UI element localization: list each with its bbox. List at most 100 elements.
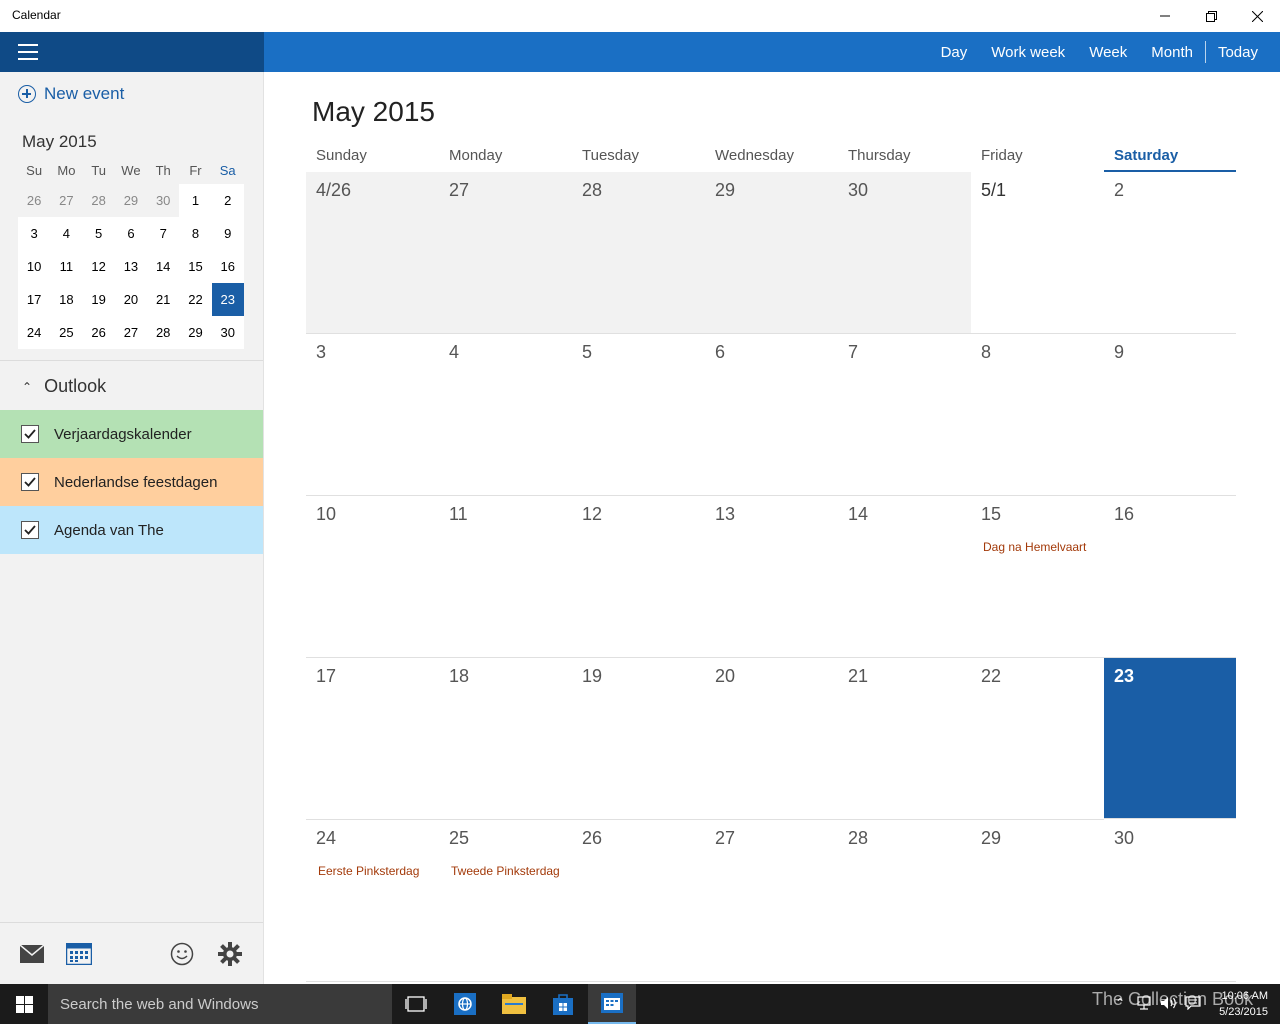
holiday-event[interactable]: Dag na Hemelvaart: [983, 540, 1086, 554]
day-cell[interactable]: 30: [838, 172, 971, 334]
day-cell[interactable]: 23: [1104, 658, 1236, 819]
day-cell[interactable]: 29: [971, 820, 1104, 982]
mini-calendar-day[interactable]: 20: [114, 283, 148, 316]
mini-calendar-day[interactable]: 12: [82, 250, 115, 283]
mini-calendar-day[interactable]: 30: [147, 184, 180, 217]
mini-calendar-day[interactable]: 24: [18, 316, 51, 349]
account-header-outlook[interactable]: ⌃ Outlook: [22, 376, 106, 397]
task-view-icon[interactable]: [392, 984, 440, 1024]
day-cell[interactable]: 5/1: [971, 172, 1104, 334]
mini-calendar-day[interactable]: 23: [211, 283, 244, 316]
mini-calendar-day[interactable]: 28: [147, 316, 180, 349]
browser-icon[interactable]: [441, 984, 489, 1024]
mini-calendar-day[interactable]: 27: [114, 316, 148, 349]
mini-calendar-day[interactable]: 5: [82, 217, 115, 250]
start-button[interactable]: [0, 984, 48, 1024]
mini-calendar-day[interactable]: 27: [50, 184, 83, 217]
mini-calendar-day[interactable]: 2: [211, 184, 244, 217]
mini-calendar-day[interactable]: 3: [18, 217, 51, 250]
feedback-smiley-icon[interactable]: [169, 941, 195, 967]
day-cell[interactable]: 27: [705, 820, 838, 982]
mini-calendar-day[interactable]: 26: [82, 316, 115, 349]
day-cell[interactable]: 5: [572, 334, 705, 496]
day-cell[interactable]: 26: [572, 820, 705, 982]
mini-calendar-day[interactable]: 21: [147, 283, 180, 316]
mini-calendar-day[interactable]: 9: [211, 217, 244, 250]
taskbar-clock[interactable]: 10:06 AM 5/23/2015: [1219, 988, 1268, 1020]
view-month-button[interactable]: Month: [1151, 44, 1193, 61]
day-cell[interactable]: 20: [705, 658, 838, 820]
day-cell[interactable]: 14: [838, 496, 971, 658]
taskbar-search-box[interactable]: Search the web and Windows: [48, 984, 392, 1024]
mini-calendar-day[interactable]: 29: [114, 184, 148, 217]
calendar-icon[interactable]: [66, 941, 92, 967]
calendar-app-icon[interactable]: [588, 984, 636, 1024]
mail-icon[interactable]: [19, 941, 45, 967]
day-cell[interactable]: 15 Dag na Hemelvaart: [971, 496, 1104, 658]
mini-calendar-title[interactable]: May 2015: [22, 132, 97, 152]
calendar-item[interactable]: Agenda van The: [0, 506, 263, 554]
mini-calendar-day[interactable]: 26: [18, 184, 51, 217]
calendar-checkbox[interactable]: [21, 521, 39, 539]
mini-calendar-day[interactable]: 15: [179, 250, 212, 283]
mini-calendar-day[interactable]: 19: [82, 283, 115, 316]
mini-calendar-day[interactable]: 14: [147, 250, 180, 283]
calendar-checkbox[interactable]: [21, 425, 39, 443]
show-hidden-icons-chevron-icon[interactable]: ⌃: [1115, 996, 1125, 1010]
day-cell[interactable]: 13: [705, 496, 838, 658]
mini-calendar-day[interactable]: 16: [211, 250, 244, 283]
day-cell[interactable]: 21: [838, 658, 971, 820]
day-cell[interactable]: 3: [306, 334, 439, 496]
day-cell[interactable]: 2: [1104, 172, 1236, 334]
mini-calendar-day[interactable]: 11: [50, 250, 83, 283]
mini-calendar-day[interactable]: 6: [114, 217, 148, 250]
view-workweek-button[interactable]: Work week: [991, 44, 1065, 61]
day-cell[interactable]: 12: [572, 496, 705, 658]
mini-calendar-day[interactable]: 17: [18, 283, 51, 316]
new-event-button[interactable]: New event: [18, 84, 124, 104]
close-button[interactable]: [1234, 0, 1280, 32]
holiday-event[interactable]: Eerste Pinksterdag: [318, 864, 419, 878]
network-icon[interactable]: [1136, 996, 1152, 1013]
day-cell[interactable]: 18: [439, 658, 572, 820]
mini-calendar-day[interactable]: 1: [179, 184, 212, 217]
mini-calendar-day[interactable]: 30: [211, 316, 244, 349]
mini-calendar-day[interactable]: 10: [18, 250, 51, 283]
mini-calendar-day[interactable]: 22: [179, 283, 212, 316]
action-center-icon[interactable]: [1185, 996, 1201, 1013]
day-cell[interactable]: 4: [439, 334, 572, 496]
mini-calendar-day[interactable]: 13: [114, 250, 148, 283]
day-cell[interactable]: 6: [705, 334, 838, 496]
holiday-event[interactable]: Tweede Pinksterdag: [451, 864, 560, 878]
day-cell[interactable]: 25 Tweede Pinksterdag: [439, 820, 572, 982]
day-cell[interactable]: 7: [838, 334, 971, 496]
calendar-checkbox[interactable]: [21, 473, 39, 491]
day-cell[interactable]: 22: [971, 658, 1104, 820]
mini-calendar-day[interactable]: 29: [179, 316, 212, 349]
today-button[interactable]: Today: [1218, 44, 1258, 61]
mini-calendar-day[interactable]: 7: [147, 217, 180, 250]
day-cell[interactable]: 9: [1104, 334, 1236, 496]
volume-icon[interactable]: [1160, 996, 1178, 1013]
mini-calendar-day[interactable]: 18: [50, 283, 83, 316]
day-cell[interactable]: 8: [971, 334, 1104, 496]
day-cell[interactable]: 17: [306, 658, 439, 820]
mini-calendar-day[interactable]: 4: [50, 217, 83, 250]
day-cell[interactable]: 19: [572, 658, 705, 820]
restore-button[interactable]: [1188, 0, 1234, 32]
day-cell[interactable]: 16: [1104, 496, 1236, 658]
day-cell[interactable]: 29: [705, 172, 838, 334]
day-cell[interactable]: 28: [838, 820, 971, 982]
store-icon[interactable]: [539, 984, 587, 1024]
mini-calendar-day[interactable]: 28: [82, 184, 115, 217]
day-cell[interactable]: 30: [1104, 820, 1236, 982]
mini-calendar-day[interactable]: 25: [50, 316, 83, 349]
day-cell[interactable]: 10: [306, 496, 439, 658]
calendar-item[interactable]: Verjaardagskalender: [0, 410, 263, 458]
calendar-item[interactable]: Nederlandse feestdagen: [0, 458, 263, 506]
hamburger-menu-icon[interactable]: [18, 44, 38, 60]
settings-gear-icon[interactable]: [217, 941, 243, 967]
day-cell[interactable]: 11: [439, 496, 572, 658]
file-explorer-icon[interactable]: [490, 984, 538, 1024]
view-week-button[interactable]: Week: [1089, 44, 1127, 61]
